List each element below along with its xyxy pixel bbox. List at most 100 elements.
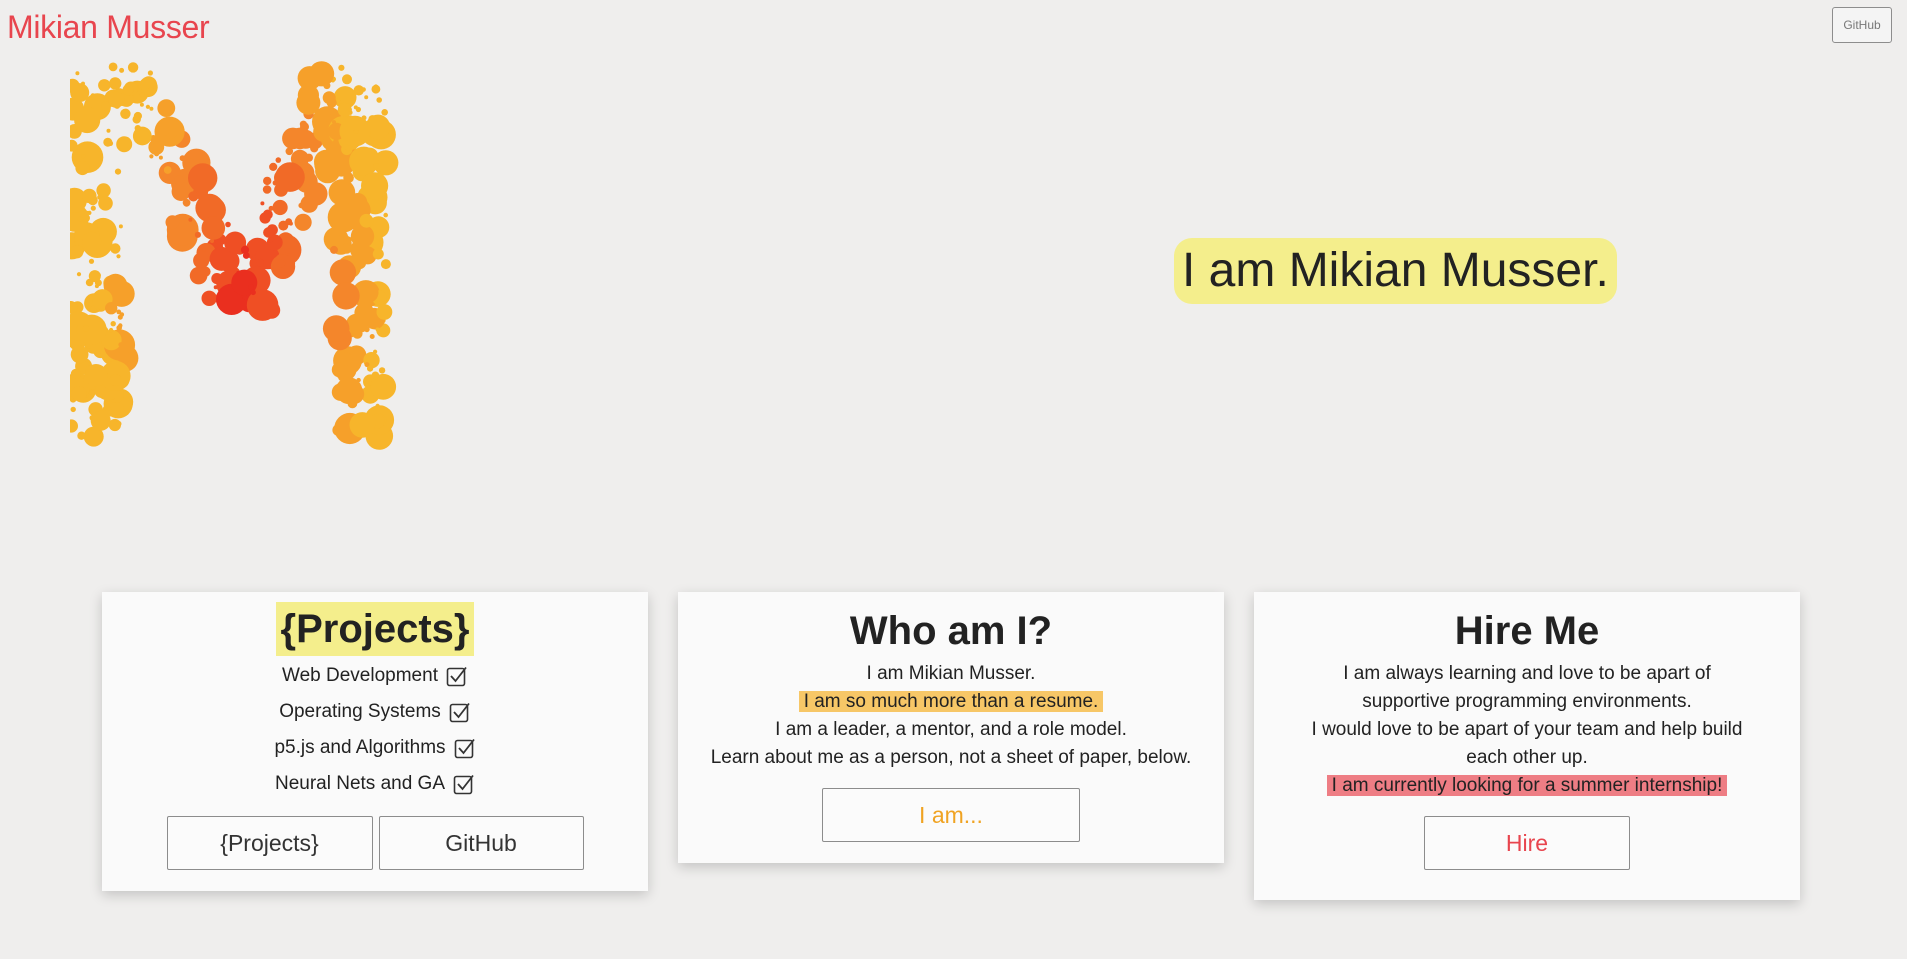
- logo-bubble: [288, 221, 293, 226]
- logo-bubble: [289, 127, 311, 150]
- logo-bubble: [88, 270, 101, 283]
- i-am-button[interactable]: I am...: [822, 788, 1080, 842]
- logo-bubble: [368, 381, 373, 386]
- logo-bubble: [304, 182, 328, 206]
- github-top-button[interactable]: GitHub: [1832, 7, 1892, 43]
- logo-bubble: [200, 266, 211, 277]
- logo-bubble: [74, 106, 101, 134]
- hire-button[interactable]: Hire: [1424, 816, 1630, 870]
- logo-bubble: [263, 176, 272, 186]
- logo-bubble: [269, 162, 278, 171]
- logo-bubble: [272, 199, 288, 216]
- logo-bubble: [341, 243, 352, 254]
- logo-bubble: [116, 136, 133, 153]
- logo-bubble: [77, 431, 86, 440]
- projects-item: Neural Nets and GA: [102, 766, 648, 802]
- logo-bubble: [149, 154, 154, 159]
- logo-bubble: [117, 314, 123, 320]
- logo-bubble: [369, 334, 375, 339]
- logo-bubble: [256, 258, 265, 267]
- logo-bubble: [145, 104, 150, 109]
- internship-highlight: I am currently looking for a summer inte…: [1326, 775, 1728, 796]
- github-button[interactable]: GitHub: [378, 816, 584, 870]
- logo-bubble: [275, 162, 305, 192]
- logo-bubble: [202, 247, 206, 252]
- logo-bubble: [188, 163, 218, 193]
- who-line: Learn about me as a person, not a sheet …: [710, 747, 1192, 768]
- logo-bubble: [242, 252, 250, 259]
- logo-bubble: [158, 155, 163, 160]
- logo-bubble: [118, 342, 124, 347]
- logo-bubble: [139, 102, 144, 107]
- logo-bubble: [188, 217, 193, 222]
- logo-bubble: [367, 365, 374, 372]
- who-am-i-card: Who am I? I am Mikian Musser. I am so mu…: [678, 592, 1224, 863]
- logo-bubble: [75, 71, 80, 76]
- logo-bubble: [262, 185, 272, 194]
- hire-line: I am always learning and love to be apar…: [1343, 663, 1711, 712]
- logo-bubble: [98, 196, 113, 211]
- logo-bubble: [268, 205, 274, 211]
- logo-bubble: [361, 87, 366, 92]
- logo-bubble: [76, 272, 82, 277]
- logo-bubble: [206, 294, 213, 300]
- logo-bubble: [381, 109, 389, 116]
- logo-bubble: [294, 213, 312, 231]
- logo-bubble: [122, 84, 134, 96]
- hire-line-highlight: I am currently looking for a summer inte…: [1254, 772, 1800, 800]
- logo-bubble: [118, 224, 123, 229]
- logo-bubble: [87, 210, 92, 215]
- logo-bubble: [82, 325, 90, 332]
- logo-bubble: [375, 403, 380, 409]
- logo-bubble: [70, 419, 78, 433]
- logo-bubble: [158, 125, 170, 136]
- logo-bubble: [322, 315, 350, 342]
- logo-bubble: [323, 135, 328, 140]
- projects-item-label: Web Development: [282, 665, 438, 686]
- projects-item: Operating Systems: [102, 694, 648, 730]
- hire-me-card: Hire Me I am always learning and love to…: [1254, 592, 1800, 900]
- logo-bubble: [81, 154, 86, 159]
- hire-line: I would love to be apart of your team an…: [1311, 719, 1743, 768]
- logo-bubble: [277, 259, 286, 268]
- projects-card: {Projects} Web Development Operating Sys…: [102, 592, 648, 891]
- who-line: I am Mikian Musser.: [866, 663, 1036, 684]
- logo-bubble: [105, 302, 118, 315]
- logo-bubble: [90, 205, 96, 211]
- projects-button[interactable]: {Projects}: [166, 816, 373, 870]
- checked-box-icon: [446, 666, 467, 687]
- logo-bubble: [278, 220, 289, 231]
- logo-bubble: [163, 166, 172, 174]
- logo-bubble: [260, 201, 265, 206]
- logo-bubble: [110, 321, 116, 327]
- logo-bubble: [336, 98, 341, 103]
- logo-bubble: [275, 157, 282, 163]
- logo-bubble: [70, 345, 89, 364]
- hire-me-title: Hire Me: [1454, 609, 1600, 653]
- logo-bubble: [338, 64, 345, 71]
- site-brand[interactable]: Mikian Musser: [7, 9, 210, 46]
- logo-bubble: [332, 120, 336, 125]
- logo-bubble: [94, 284, 99, 289]
- logo-bubble: [359, 213, 374, 228]
- logo-bubble: [225, 221, 231, 228]
- logo-bubble: [350, 224, 375, 248]
- checked-box-icon: [453, 774, 474, 795]
- logo-bubble: [188, 191, 199, 202]
- checked-box-icon: [449, 702, 470, 723]
- projects-item-label: Neural Nets and GA: [274, 773, 446, 794]
- logo-bubble: [171, 182, 191, 201]
- logo-bubble: [268, 237, 274, 243]
- logo-bubble: [174, 175, 185, 186]
- logo-bubble: [98, 79, 111, 92]
- logo-bubble: [322, 91, 336, 105]
- logo-bubble: [114, 168, 122, 175]
- logo-bubble: [108, 91, 125, 108]
- logo-bubble: [103, 137, 113, 147]
- logo-bubble: [378, 367, 386, 374]
- logo-bubble: [75, 160, 90, 176]
- logo-bubble: [330, 245, 338, 254]
- logo-bubble: [120, 108, 131, 119]
- logo-bubble: [376, 304, 393, 320]
- logo-bubble: [82, 231, 102, 251]
